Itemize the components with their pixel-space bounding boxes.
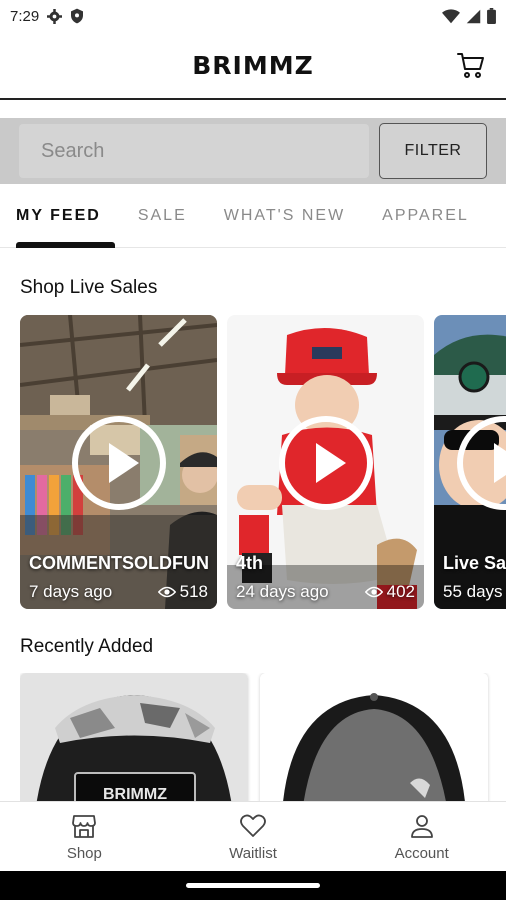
- gear-icon: [47, 8, 63, 24]
- signal-icon: [466, 9, 481, 23]
- live-sale-title: 4th: [236, 553, 263, 573]
- nav-account[interactable]: Account: [337, 802, 506, 871]
- view-count: 518: [157, 582, 208, 602]
- live-sale-age: 55 days ago: [443, 582, 506, 601]
- nav-shop-label: Shop: [66, 845, 102, 862]
- brand-logo: BRIMMZ: [192, 50, 314, 80]
- nav-account-label: Account: [394, 845, 449, 862]
- live-sale-meta: 24 days ago 402: [236, 582, 415, 602]
- live-sale-card[interactable]: Live Sale 5pm 55 days ago: [434, 315, 506, 609]
- play-button-icon[interactable]: [71, 415, 167, 511]
- product-image: [260, 673, 488, 801]
- home-gesture-handle[interactable]: [186, 883, 320, 888]
- bottom-navigation: Shop Waitlist Account: [0, 801, 506, 871]
- view-count-value: 518: [179, 582, 208, 601]
- play-button-icon[interactable]: [456, 415, 506, 511]
- shield-icon: [71, 8, 84, 24]
- recently-added-carousel[interactable]: BRIMMZ: [20, 673, 506, 801]
- live-sale-meta: 7 days ago 518: [29, 582, 208, 602]
- tab-my-feed[interactable]: MY FEED: [16, 184, 115, 248]
- product-image-text: BRIMMZ: [103, 786, 167, 801]
- system-gesture-bar: [0, 871, 506, 900]
- live-sales-heading: Shop Live Sales: [20, 277, 158, 298]
- filter-button[interactable]: FILTER: [379, 123, 487, 179]
- recently-added-heading: Recently Added: [20, 636, 154, 657]
- nav-waitlist-label: Waitlist: [229, 845, 277, 862]
- eye-icon: [364, 586, 383, 598]
- product-card[interactable]: [260, 673, 488, 801]
- live-sale-card[interactable]: COMMENTSOLDFUN 7 days ago 518: [20, 315, 217, 609]
- view-count: 402: [364, 582, 415, 602]
- product-card[interactable]: BRIMMZ: [20, 673, 248, 801]
- tab-sale[interactable]: SALE: [138, 184, 187, 248]
- tab-apparel[interactable]: APPAREL: [382, 184, 469, 248]
- eye-icon: [157, 586, 176, 598]
- app-header: BRIMMZ: [0, 32, 506, 100]
- status-time: 7:29: [10, 7, 40, 25]
- play-button-icon[interactable]: [278, 415, 374, 511]
- search-bar: FILTER: [0, 118, 506, 184]
- battery-icon: [487, 8, 496, 24]
- heart-icon: [240, 814, 266, 837]
- view-count-value: 402: [386, 582, 415, 601]
- nav-shop[interactable]: Shop: [0, 802, 169, 871]
- tab-whats-new[interactable]: WHAT'S NEW: [224, 184, 345, 248]
- live-sale-card[interactable]: 4th 24 days ago 402: [227, 315, 424, 609]
- live-sale-age: 7 days ago: [29, 582, 113, 601]
- live-sale-title: Live Sale 5pm: [443, 553, 506, 573]
- live-sale-meta: 55 days ago: [443, 582, 506, 602]
- live-sale-title: COMMENTSOLDFUN: [29, 553, 209, 573]
- cart-icon[interactable]: [456, 50, 486, 80]
- nav-waitlist[interactable]: Waitlist: [169, 802, 338, 871]
- product-image: BRIMMZ: [20, 673, 248, 801]
- wifi-icon: [442, 8, 460, 23]
- status-bar: 7:29: [0, 0, 506, 32]
- person-icon: [410, 815, 433, 838]
- category-tabs: MY FEED SALE WHAT'S NEW APPAREL: [0, 184, 506, 248]
- search-input[interactable]: [19, 124, 369, 178]
- live-sale-age: 24 days ago: [236, 582, 329, 601]
- shop-icon: [72, 815, 97, 838]
- live-sales-carousel[interactable]: COMMENTSOLDFUN 7 days ago 518 4th 24 day…: [20, 315, 506, 610]
